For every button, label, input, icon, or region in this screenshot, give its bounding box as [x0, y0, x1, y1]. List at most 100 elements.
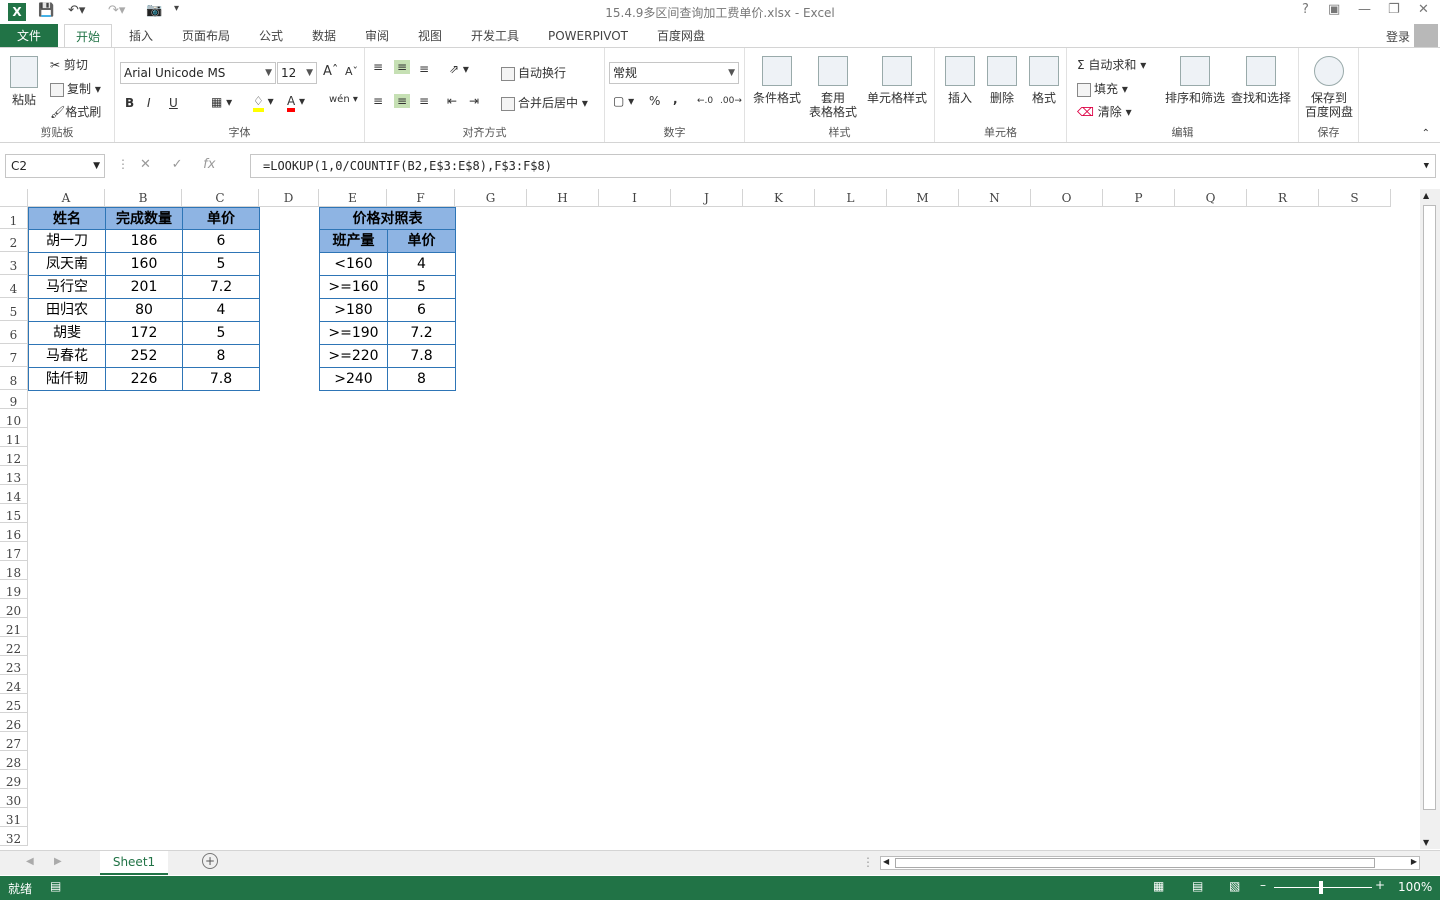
font-color-icon[interactable]: A ▾: [287, 94, 305, 112]
row-header-15[interactable]: 15: [0, 504, 28, 523]
table-cell[interactable]: 201: [105, 275, 183, 299]
insert-cells-button[interactable]: 插入: [941, 56, 979, 105]
column-header-i[interactable]: I: [599, 189, 671, 207]
row-header-24[interactable]: 24: [0, 675, 28, 694]
decrease-indent-icon[interactable]: ⇤: [447, 94, 457, 108]
lookup-cell[interactable]: 5: [387, 275, 456, 299]
zoom-slider[interactable]: [1274, 887, 1372, 888]
tab-insert[interactable]: 插入: [120, 24, 162, 48]
font-name-select[interactable]: Arial Unicode MS ▼: [120, 62, 276, 84]
italic-button[interactable]: I: [147, 96, 151, 110]
add-sheet-icon[interactable]: +: [202, 853, 218, 869]
collapse-ribbon-icon[interactable]: ⌃: [1422, 128, 1430, 139]
conditional-format-button[interactable]: 条件格式: [749, 56, 805, 105]
scroll-up-icon[interactable]: ▲: [1423, 191, 1429, 200]
row-header-6[interactable]: 6: [0, 321, 28, 344]
prev-sheet-icon[interactable]: ◀: [26, 856, 34, 867]
table-cell[interactable]: 5: [182, 252, 260, 276]
comma-button[interactable]: ,: [673, 92, 678, 106]
zoom-slider-thumb[interactable]: [1319, 881, 1323, 894]
enter-icon[interactable]: ✓: [172, 157, 183, 172]
table-cell[interactable]: 4: [182, 298, 260, 322]
find-select-button[interactable]: 查找和选择: [1229, 56, 1293, 105]
align-left-icon[interactable]: ≡: [373, 94, 383, 108]
scroll-down-icon[interactable]: ▼: [1423, 838, 1429, 847]
percent-button[interactable]: %: [649, 94, 660, 108]
row-header-29[interactable]: 29: [0, 770, 28, 789]
column-header-f[interactable]: F: [387, 189, 455, 207]
number-format-select[interactable]: 常规 ▼: [609, 62, 739, 84]
format-cells-button[interactable]: 格式: [1025, 56, 1063, 105]
align-right-icon[interactable]: ≡: [419, 94, 429, 108]
vertical-scroll-thumb[interactable]: [1423, 205, 1436, 810]
sort-filter-button[interactable]: 排序和筛选: [1163, 56, 1227, 105]
column-header-h[interactable]: H: [527, 189, 599, 207]
lookup-cell[interactable]: 6: [387, 298, 456, 322]
row-header-20[interactable]: 20: [0, 599, 28, 618]
scroll-right-icon[interactable]: ▶: [1411, 857, 1417, 866]
column-header-d[interactable]: D: [259, 189, 319, 207]
avatar[interactable]: [1414, 24, 1438, 48]
lookup-cell[interactable]: 4: [387, 252, 456, 276]
tab-file[interactable]: 文件: [0, 24, 58, 48]
lookup-cell[interactable]: 8: [387, 367, 456, 391]
row-header-8[interactable]: 8: [0, 367, 28, 390]
close-icon[interactable]: ✕: [1418, 2, 1429, 17]
row-header-11[interactable]: 11: [0, 428, 28, 447]
grow-font-icon[interactable]: Aˆ: [323, 64, 338, 79]
help-icon[interactable]: ?: [1302, 2, 1309, 17]
lookup-cell[interactable]: 7.2: [387, 321, 456, 345]
table-cell[interactable]: 5: [182, 321, 260, 345]
formula-input[interactable]: =LOOKUP(1,0/COUNTIF(B2,E$3:E$8),F$3:F$8)…: [250, 154, 1436, 178]
minimize-icon[interactable]: —: [1358, 2, 1371, 17]
lookup-cell[interactable]: >180: [319, 298, 388, 322]
column-header-k[interactable]: K: [743, 189, 815, 207]
row-header-1[interactable]: 1: [0, 207, 28, 229]
macro-record-icon[interactable]: ▤: [50, 879, 61, 893]
row-header-26[interactable]: 26: [0, 713, 28, 732]
autosum-button[interactable]: Σ 自动求和 ▾: [1077, 56, 1146, 73]
column-header-e[interactable]: E: [319, 189, 387, 207]
currency-icon[interactable]: ▢ ▾: [613, 94, 634, 108]
zoom-out-icon[interactable]: –: [1260, 878, 1266, 892]
ribbon-display-icon[interactable]: ▣: [1328, 2, 1340, 17]
table-cell[interactable]: 186: [105, 229, 183, 253]
table-cell[interactable]: 田归农: [28, 298, 106, 322]
worksheet-grid[interactable]: A B C D E F G H I J K L M N O P Q R S 1 2 3 4 5 6 7 8 9 10 11 12 13 14 15…: [0, 189, 1420, 849]
merge-center-button[interactable]: 合并后居中 ▾: [501, 94, 588, 111]
tab-formulas[interactable]: 公式: [250, 24, 292, 48]
increase-decimal-icon[interactable]: ←.0: [697, 96, 713, 106]
row-header-31[interactable]: 31: [0, 808, 28, 827]
column-header-m[interactable]: M: [887, 189, 959, 207]
row-header-13[interactable]: 13: [0, 466, 28, 485]
table-cell[interactable]: 226: [105, 367, 183, 391]
page-break-view-icon[interactable]: ▧: [1229, 879, 1240, 893]
row-header-2[interactable]: 2: [0, 229, 28, 252]
format-as-table-button[interactable]: 套用 表格格式: [803, 56, 863, 119]
underline-button[interactable]: U: [169, 96, 178, 110]
table-header-cell[interactable]: 单价: [182, 207, 260, 230]
table-cell[interactable]: 胡一刀: [28, 229, 106, 253]
select-all-corner[interactable]: [0, 189, 28, 207]
tab-view[interactable]: 视图: [409, 24, 451, 48]
zoom-level[interactable]: 100%: [1398, 880, 1432, 894]
cancel-icon[interactable]: ✕: [140, 157, 151, 172]
table-cell[interactable]: 7.8: [182, 367, 260, 391]
lookup-header-cell[interactable]: 单价: [387, 229, 456, 253]
login-link[interactable]: 登录: [1386, 28, 1410, 45]
row-header-22[interactable]: 22: [0, 637, 28, 656]
restore-icon[interactable]: ❐: [1388, 2, 1400, 17]
table-cell[interactable]: 马春花: [28, 344, 106, 368]
row-header-27[interactable]: 27: [0, 732, 28, 751]
table-cell[interactable]: 陆仟韧: [28, 367, 106, 391]
column-header-r[interactable]: R: [1247, 189, 1319, 207]
borders-icon[interactable]: ▦ ▾: [211, 95, 232, 109]
row-header-28[interactable]: 28: [0, 751, 28, 770]
table-header-cell[interactable]: 完成数量: [105, 207, 183, 230]
tab-data[interactable]: 数据: [303, 24, 345, 48]
wrap-text-button[interactable]: 自动换行: [501, 64, 566, 81]
tab-powerpivot[interactable]: POWERPIVOT: [540, 24, 636, 48]
tab-review[interactable]: 审阅: [356, 24, 398, 48]
save-baidu-button[interactable]: 保存到 百度网盘: [1301, 56, 1357, 119]
zoom-in-icon[interactable]: +: [1375, 878, 1385, 892]
